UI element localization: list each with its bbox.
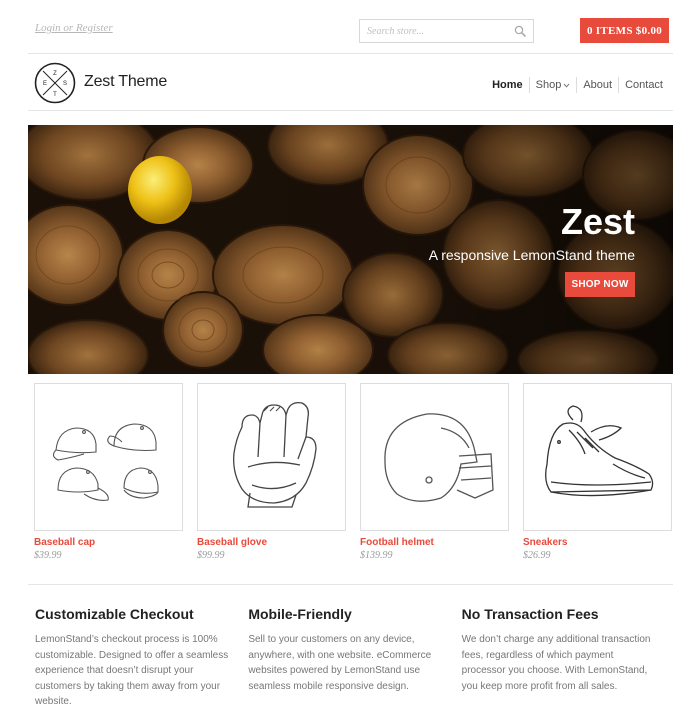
nav-about[interactable]: About [576,77,618,93]
product-card[interactable]: Football helmet $139.99 [360,383,509,561]
logo-letter-s: S [63,81,67,87]
feature-text: Sell to your customers on any device, an… [248,634,432,692]
product-image[interactable] [34,383,183,531]
header-divider [28,110,673,111]
product-price: $139.99 [360,550,393,561]
top-divider [28,53,673,54]
product-price: $26.99 [523,550,551,561]
product-card[interactable]: Baseball cap $39.99 [34,383,183,561]
section-divider [28,584,673,585]
cart-button[interactable]: 0 ITEMS $0.00 [580,18,669,43]
logo-letter-e: E [43,81,47,87]
product-image[interactable] [360,383,509,531]
sneaker-icon [544,405,653,497]
nav-shop-label: Shop [535,79,562,91]
feature-block: No Transaction Fees We don’t charge any … [462,606,675,710]
product-price: $39.99 [34,550,62,561]
chevron-down-icon [563,83,570,88]
hero-banner: Zest A responsive LemonStand theme SHOP … [28,125,673,374]
product-grid: Baseball cap $39.99 Baseball glove $99.9… [34,383,672,561]
logo-letter-t: T [53,92,57,98]
baseball-cap-icon [52,423,159,501]
product-image[interactable] [197,383,346,531]
feature-title: Customizable Checkout [35,606,194,622]
product-name[interactable]: Football helmet [360,537,509,548]
shop-now-button[interactable]: SHOP NOW [565,272,635,297]
product-name[interactable]: Baseball cap [34,537,183,548]
product-card[interactable]: Baseball glove $99.99 [197,383,346,561]
nav-contact[interactable]: Contact [618,77,669,93]
search-icon[interactable] [514,25,527,38]
main-nav: Home Shop About Contact [486,77,669,93]
baseball-glove-icon [232,401,317,508]
product-card[interactable]: Sneakers $26.99 [523,383,672,561]
hero-subtitle: A responsive LemonStand theme [428,247,635,263]
brand-name[interactable]: Zest Theme [84,73,167,91]
feature-block: Customizable Checkout LemonStand’s check… [35,606,248,710]
feature-block: Mobile-Friendly Sell to your customers o… [248,606,461,710]
product-name[interactable]: Baseball glove [197,537,346,548]
search-input[interactable] [360,20,500,42]
nav-home-label: Home [492,79,523,91]
product-price: $99.99 [197,550,225,561]
login-register-link[interactable]: Login or Register [35,22,113,34]
feature-text: We don’t charge any additional transacti… [461,634,651,692]
features-section: Customizable Checkout LemonStand’s check… [35,606,675,710]
nav-shop[interactable]: Shop [528,77,577,93]
football-helmet-icon [383,413,494,502]
feature-title: Mobile-Friendly [248,606,352,622]
nav-contact-label: Contact [625,79,663,91]
nav-home[interactable]: Home [486,77,529,93]
hero-title: Zest [560,201,635,242]
feature-text: LemonStand’s checkout process is 100% cu… [35,634,229,707]
logo-letter-z: Z [53,71,57,77]
product-image[interactable] [523,383,672,531]
top-bar: Login or Register 0 ITEMS $0.00 [0,0,700,52]
zest-logo-icon[interactable]: Z E S T [34,62,76,104]
search-box[interactable] [359,19,534,43]
nav-about-label: About [583,79,613,91]
feature-title: No Transaction Fees [461,606,599,622]
product-name[interactable]: Sneakers [523,537,672,548]
